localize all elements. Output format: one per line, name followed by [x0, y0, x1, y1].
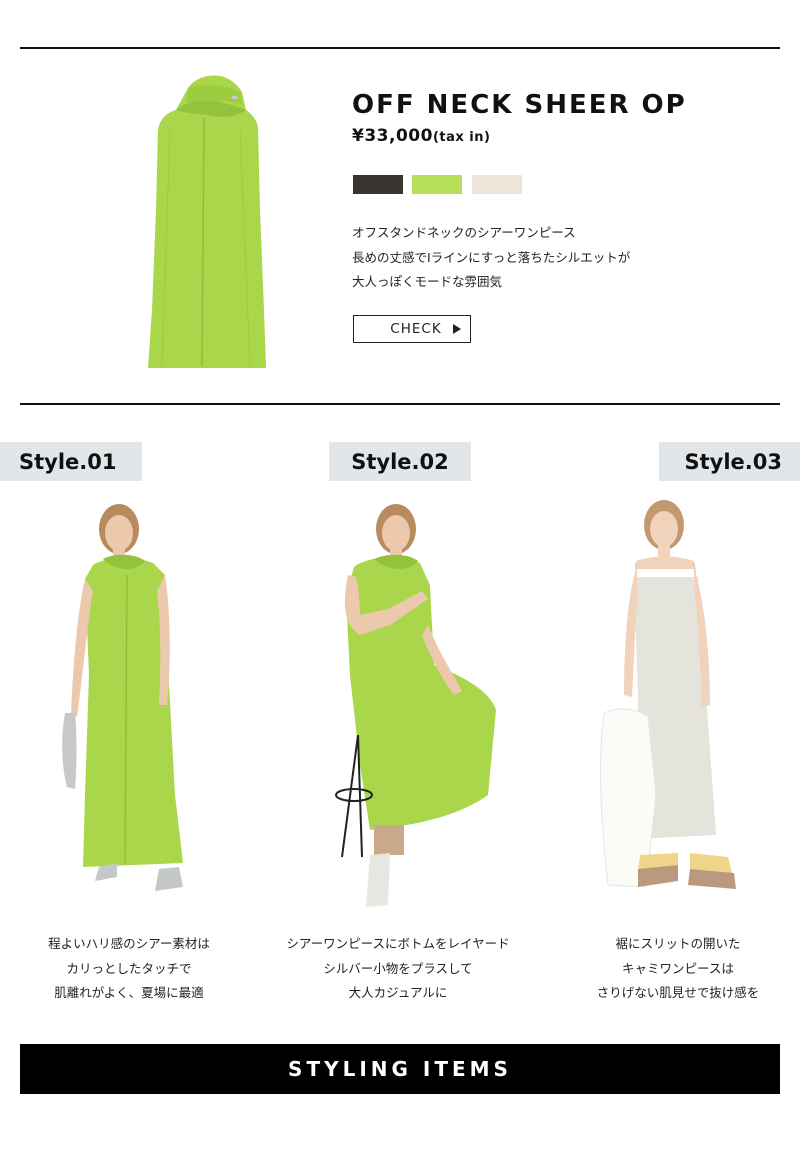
style-02-tag: Style.02: [329, 442, 471, 481]
tax-note: (tax in): [432, 130, 491, 145]
section-divider: [20, 403, 780, 405]
caption-line: 肌離れがよく、夏場に最適: [54, 985, 204, 1000]
product-description: オフスタンドネックのシアーワンピース 長めの丈感でIラインにすっと落ちたシルエッ…: [352, 221, 630, 295]
description-line: オフスタンドネックのシアーワンピース: [352, 225, 576, 240]
play-arrow-icon: [453, 324, 461, 334]
caption-line: さりげない肌見せで抜け感を: [596, 985, 760, 1000]
swatch-ivory[interactable]: [472, 175, 522, 194]
price-value: ¥33,000: [352, 126, 433, 146]
swatch-lime[interactable]: [412, 175, 462, 194]
caption-line: カリっとしたタッチで: [66, 960, 192, 976]
description-line: 長めの丈感でIラインにすっと落ちたシルエットが: [352, 249, 631, 265]
style-01-caption: 程よいハリ感のシアー素材は カリっとしたタッチで 肌離れがよく、夏場に最適: [0, 932, 262, 1006]
check-button[interactable]: CHECK: [353, 315, 471, 343]
product-price: ¥33,000(tax in): [352, 126, 490, 146]
style-03-model-image[interactable]: [598, 495, 743, 915]
swatch-black[interactable]: [353, 175, 403, 194]
style-label: Style.01: [19, 449, 117, 474]
style-01-tag: Style.01: [0, 442, 142, 481]
caption-line: 大人カジュアルに: [348, 985, 448, 1000]
product-title: OFF NECK SHEER OP: [352, 90, 687, 120]
caption-line: 裾にスリットの開いた: [615, 936, 741, 951]
product-dress-image[interactable]: [140, 70, 275, 370]
style-label: Style.02: [351, 449, 449, 474]
style-label: Style.03: [684, 449, 783, 474]
check-label: CHECK: [390, 321, 442, 337]
caption-line: 程よいハリ感のシアー素材は: [48, 936, 210, 951]
style-03-caption: 裾にスリットの開いた キャミワンピースは さりげない肌見せで抜け感を: [545, 932, 800, 1006]
caption-line: シアーワンピースにボトムをレイヤード: [286, 936, 510, 951]
styling-items-header: STYLING ITEMS: [20, 1044, 780, 1094]
caption-line: キャミワンピースは: [622, 960, 734, 976]
style-02-model-image[interactable]: [330, 495, 500, 915]
description-line: 大人っぽくモードな雰囲気: [352, 274, 503, 289]
style-01-model-image[interactable]: [55, 495, 200, 915]
styling-items-label: STYLING ITEMS: [288, 1057, 512, 1081]
style-03-tag: Style.03: [659, 442, 800, 481]
caption-line: シルバー小物をプラスして: [323, 960, 473, 976]
style-02-caption: シアーワンピースにボトムをレイヤード シルバー小物をプラスして 大人カジュアルに: [265, 932, 531, 1006]
top-divider: [20, 47, 780, 49]
